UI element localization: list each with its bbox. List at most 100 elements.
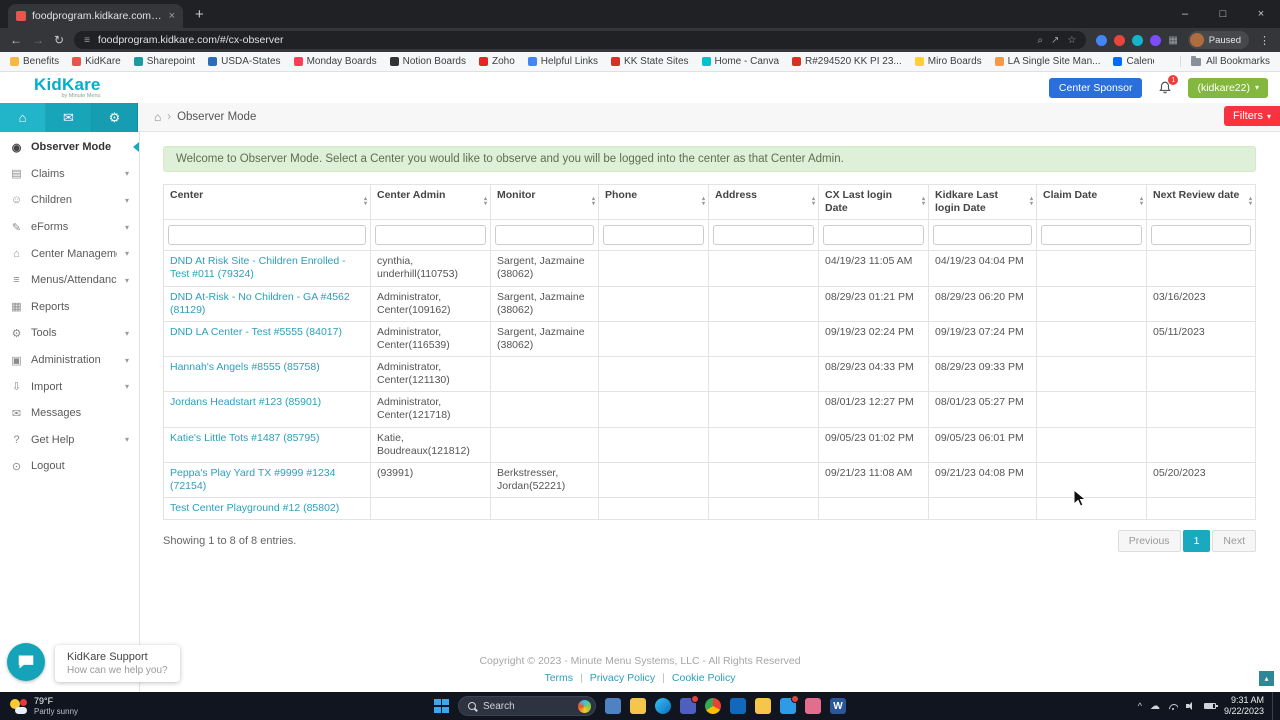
sidebar-item-get-help[interactable]: ? Get Help ▾ [0,427,139,454]
bookmark-r-294520-kk-pi-23[interactable]: R#294520 KK PI 23... [792,56,902,67]
paint-icon[interactable] [805,698,821,714]
wifi-icon[interactable] [1168,703,1178,710]
center-link[interactable]: Jordans Headstart #123 (85901) [170,396,321,408]
center-sponsor-button[interactable]: Center Sponsor [1048,77,1143,98]
start-button[interactable] [434,698,449,714]
profile-badge[interactable]: Paused [1187,31,1249,49]
sidebar-item-reports[interactable]: ▦ Reports [0,294,139,321]
search-tabs-icon[interactable]: ⌕ [1037,35,1043,46]
folder-icon[interactable] [755,698,771,714]
nav-messages-tile[interactable]: ✉ [46,103,92,132]
extension-icon[interactable] [1150,34,1162,46]
column-header-monitor[interactable]: Monitor ▴ ▾ [490,183,599,221]
bookmark-monday-boards[interactable]: Monday Boards [293,56,377,67]
tab-close-icon[interactable]: × [169,10,175,22]
url-field[interactable]: ≡ foodprogram.kidkare.com/#/cx-observer … [74,31,1087,49]
next-page-button[interactable]: Next [1212,530,1256,553]
extension-icon[interactable] [1132,34,1144,46]
close-icon[interactable]: × [1242,8,1280,20]
column-header-phone[interactable]: Phone ▴ ▾ [598,183,709,221]
filter-input-claim-date[interactable] [1041,225,1142,246]
sidebar-item-eforms[interactable]: ✎ eForms ▾ [0,214,139,241]
notifications-button[interactable]: 1 [1158,75,1179,95]
filter-input-monitor[interactable] [495,225,594,246]
browser-menu-icon[interactable]: ⋮ [1259,34,1270,47]
footer-link-privacy-policy[interactable]: Privacy Policy [590,672,655,684]
column-header-address[interactable]: Address ▴ ▾ [708,183,819,221]
sidebar-item-messages[interactable]: ✉ Messages [0,400,139,427]
column-header-kidkare-last-login-date[interactable]: Kidkare Last login Date ▴ ▾ [928,183,1037,221]
bookmark-star-icon[interactable]: ☆ [1067,35,1076,46]
filter-input-cx-last-login-date[interactable] [823,225,924,246]
nav-home-tile[interactable]: ⌂ [0,103,46,132]
taskbar-search[interactable]: Search [458,696,596,716]
filter-input-address[interactable] [713,225,814,246]
center-link[interactable]: Hannah's Angels #8555 (85758) [170,361,320,373]
new-tab-button[interactable]: + [195,6,204,23]
extension-icon[interactable] [1114,34,1126,46]
tray-expand-icon[interactable]: ^ [1138,701,1142,711]
bookmark-zoho[interactable]: Zoho [478,56,515,67]
back-icon[interactable]: ← [10,33,22,47]
edge-icon[interactable] [655,698,671,714]
center-link[interactable]: DND At-Risk - No Children - GA #4562 (81… [170,291,350,316]
maximize-icon[interactable]: □ [1204,8,1242,20]
column-header-center[interactable]: Center ▴ ▾ [163,183,371,221]
breadcrumb-home-icon[interactable]: ⌂ [154,110,161,124]
bookmark-sharepoint[interactable]: Sharepoint [133,56,195,67]
extension-icon[interactable] [1096,34,1108,46]
browser-tab[interactable]: foodprogram.kidkare.com/#/c... × [8,4,183,28]
filters-button[interactable]: Filters ▾ [1224,106,1280,126]
bookmark-kk-state-sites[interactable]: KK State Sites [611,56,689,67]
volume-icon[interactable] [1185,702,1196,710]
weather-widget[interactable]: 79°F Partly sunny [0,696,88,716]
show-desktop-button[interactable] [1272,692,1276,720]
battery-icon[interactable] [1203,703,1218,709]
sidebar-item-tools[interactable]: ⚙ Tools ▾ [0,320,139,347]
previous-page-button[interactable]: Previous [1117,530,1181,553]
bookmark-usda-states[interactable]: USDA-States [208,56,281,67]
column-header-cx-last-login-date[interactable]: CX Last login Date ▴ ▾ [818,183,929,221]
photos-icon[interactable] [780,695,799,714]
task-view-icon[interactable] [605,698,621,714]
center-link[interactable]: DND LA Center - Test #5555 (84017) [170,326,342,338]
footer-link-cookie-policy[interactable]: Cookie Policy [672,672,736,684]
site-settings-icon[interactable]: ≡ [84,35,90,46]
onedrive-icon[interactable]: ☁ [1150,701,1160,712]
center-link[interactable]: DND At Risk Site - Children Enrolled - T… [170,255,346,280]
bookmark-miro-boards[interactable]: Miro Boards [914,56,982,67]
refresh-icon[interactable]: ↻ [54,33,64,47]
file-explorer-icon[interactable] [630,698,646,714]
minimize-icon[interactable]: – [1166,8,1204,20]
sidebar-item-claims[interactable]: ▤ Claims ▾ [0,161,139,188]
chat-tooltip[interactable]: KidKare Support How can we help you? [55,645,180,682]
filter-input-phone[interactable] [603,225,704,246]
sidebar-item-menus-attendance[interactable]: ≡ Menus/Attendance ▾ [0,267,139,294]
share-icon[interactable]: ↗ [1051,35,1059,46]
column-header-next-review-date[interactable]: Next Review date ▴ ▾ [1146,183,1256,221]
center-link[interactable]: Test Center Playground #12 (85802) [170,502,339,514]
bookmark-kidkare[interactable]: KidKare [72,56,121,67]
sidebar-item-import[interactable]: ⇩ Import ▾ [0,373,139,400]
filter-input-next-review-date[interactable] [1151,225,1251,246]
column-header-claim-date[interactable]: Claim Date ▴ ▾ [1036,183,1147,221]
scroll-to-top-button[interactable]: ▴ [1259,671,1274,686]
teams-icon[interactable] [680,695,699,714]
outlook-icon[interactable] [730,698,746,714]
center-link[interactable]: Peppa's Play Yard TX #9999 #1234 (72154) [170,467,335,492]
bookmark-helpful-links[interactable]: Helpful Links [527,56,598,67]
sidebar-item-administration[interactable]: ▣ Administration ▾ [0,347,139,374]
sidebar-item-children[interactable]: ☺ Children ▾ [0,187,139,214]
footer-link-terms[interactable]: Terms [544,672,573,684]
bookmark-calendly[interactable]: Calendly [1113,56,1154,67]
nav-settings-tile[interactable]: ⚙ [92,103,138,132]
filter-input-kidkare-last-login-date[interactable] [933,225,1032,246]
chat-button[interactable] [7,643,45,681]
filter-input-center-admin[interactable] [375,225,486,246]
word-icon[interactable]: W [830,698,846,714]
forward-icon[interactable]: → [32,33,44,47]
filter-input-center[interactable] [168,225,366,246]
account-menu-button[interactable]: (kidkare22) ▾ [1188,77,1268,98]
column-header-center-admin[interactable]: Center Admin ▴ ▾ [370,183,491,221]
kidkare-logo[interactable]: KidKare by Minute Menu [34,76,101,100]
